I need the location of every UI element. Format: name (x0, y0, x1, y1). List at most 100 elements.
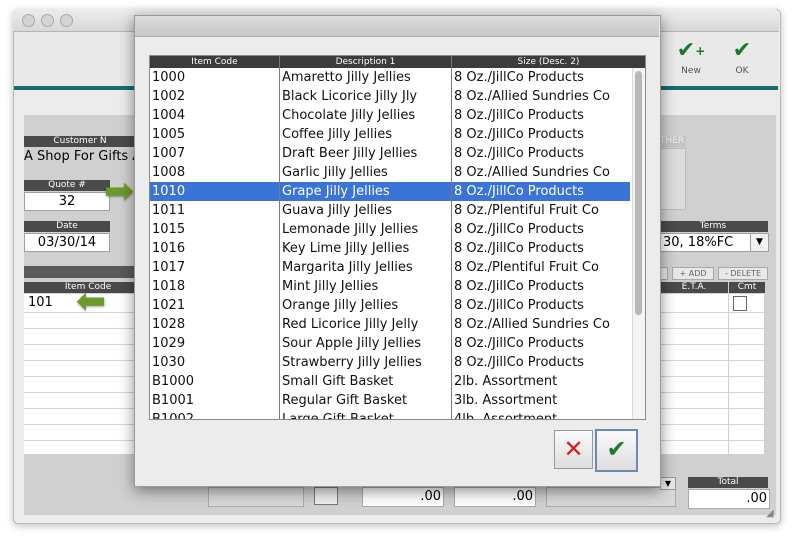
item-size-cell: 3lb. Assortment (454, 393, 558, 408)
item-code-cell: 1018 (152, 279, 186, 294)
date-label: Date (24, 221, 110, 232)
grid-hidden-button[interactable] (660, 267, 668, 280)
item-code-cell: 1021 (152, 298, 186, 313)
terms-label: Terms (658, 221, 768, 232)
list-scrollbar[interactable] (632, 68, 645, 419)
quote-number-field[interactable]: 32 (24, 192, 110, 211)
item-row[interactable]: B1002 Large Gift Basket 4lb. Assortment (150, 410, 630, 420)
item-size-cell: 8 Oz./JillCo Products (454, 279, 584, 294)
ok-button[interactable]: ✔ OK (717, 36, 767, 84)
item-desc-cell: Grape Jilly Jellies (282, 184, 390, 199)
item-code-cell: 1004 (152, 108, 186, 123)
description-header[interactable]: Description 1 (280, 56, 452, 68)
total-field[interactable]: .00 (688, 489, 770, 509)
item-size-cell: 8 Oz./JillCo Products (454, 355, 584, 370)
tax-field[interactable]: .00 (454, 487, 536, 507)
other-label: THER (658, 136, 686, 147)
item-row[interactable]: 1002 Black Licorice Jilly Jly 8 Oz./Allied… (150, 87, 630, 106)
column-divider (451, 68, 452, 419)
item-desc-cell: Key Lime Jilly Jellies (282, 241, 410, 256)
cancel-button[interactable]: ✕ (554, 430, 593, 469)
terms-field[interactable]: 30, 18%FC (658, 233, 756, 252)
resize-grip-icon[interactable]: ◢ (766, 508, 778, 520)
terms-dropdown-icon[interactable]: ▼ (750, 233, 769, 252)
add-line-button[interactable]: + ADD (672, 267, 714, 280)
item-row[interactable]: 1010 Grape Jilly Jellies 8 Oz./JillCo Prod… (150, 182, 630, 201)
customer-field[interactable]: A Shop For Gifts A (24, 148, 134, 165)
eta-column-header: E.T.A. (660, 282, 728, 293)
other-box (660, 148, 686, 210)
item-desc-cell: Margarita Jilly Jellies (282, 260, 413, 275)
item-size-cell: 8 Oz./JillCo Products (454, 184, 584, 199)
date-field[interactable]: 03/30/14 (24, 233, 110, 252)
right-arrow-icon: ➡ (104, 171, 135, 212)
item-desc-cell: Garlic Jilly Jellies (282, 165, 388, 180)
item-row[interactable]: 1011 Guava Jilly Jellies 8 Oz./Plentiful F… (150, 201, 630, 220)
item-desc-cell: Lemonade Jilly Jellies (282, 222, 419, 237)
shipping-field[interactable] (546, 487, 676, 507)
item-list[interactable]: Item Code Description 1 Size (Desc. 2) 1… (149, 55, 646, 420)
item-row[interactable]: 1005 Coffee Jilly Jellies 8 Oz./JillCo Pro… (150, 125, 630, 144)
shipping-dropdown-icon[interactable]: ▼ (660, 477, 676, 490)
bottom-field-1 (208, 487, 304, 507)
item-size-cell: 8 Oz./Plentiful Fruit Co (454, 260, 599, 275)
item-row[interactable]: 1008 Garlic Jilly Jellies 8 Oz./Allied Sun… (150, 163, 630, 182)
item-size-cell: 8 Oz./Allied Sundries Co (454, 165, 610, 180)
item-row[interactable]: B1001 Regular Gift Basket 3lb. Assortment (150, 391, 630, 410)
item-row[interactable]: 1029 Sour Apple Jilly Jellies 8 Oz./JillCo… (150, 334, 630, 353)
item-desc-cell: Guava Jilly Jellies (282, 203, 393, 218)
item-code-cell[interactable]: 101 (28, 295, 53, 310)
item-code-cell: 1015 (152, 222, 186, 237)
item-desc-cell: Chocolate Jilly Jellies (282, 108, 416, 123)
item-row[interactable]: 1015 Lemonade Jilly Jellies 8 Oz./JillCo P… (150, 220, 630, 239)
item-code-cell: B1002 (152, 412, 195, 420)
close-window-button[interactable] (22, 14, 35, 27)
item-size-cell: 8 Oz./JillCo Products (454, 222, 584, 237)
item-row[interactable]: 1004 Chocolate Jilly Jellies 8 Oz./JillCo … (150, 106, 630, 125)
item-code-cell: 1000 (152, 70, 186, 85)
item-row[interactable]: B1000 Small Gift Basket 2lb. Assortment (150, 372, 630, 391)
item-row[interactable]: 1016 Key Lime Jilly Jellies 8 Oz./JillCo P… (150, 239, 630, 258)
calculator-icon[interactable] (314, 487, 338, 505)
item-row[interactable]: 1021 Orange Jilly Jellies 8 Oz./JillCo Pro… (150, 296, 630, 315)
confirm-button[interactable]: ✔ (595, 429, 638, 472)
item-row[interactable]: 1028 Red Licorice Jilly Jelly 8 Oz./Allied… (150, 315, 630, 334)
item-code-cell: 1028 (152, 317, 186, 332)
grid-header-bar (24, 266, 136, 278)
comment-icon[interactable] (733, 296, 747, 311)
item-code-header[interactable]: Item Code (150, 56, 280, 68)
item-desc-cell: Amaretto Jilly Jellies (282, 70, 411, 85)
item-size-cell: 4lb. Assortment (454, 412, 558, 420)
subtotal-field[interactable]: .00 (362, 487, 444, 507)
delete-line-button[interactable]: - DELETE (718, 267, 768, 280)
item-row[interactable]: 1007 Draft Beer Jilly Jellies 8 Oz./JillCo… (150, 144, 630, 163)
item-code-cell: 1017 (152, 260, 186, 275)
size-header[interactable]: Size (Desc. 2) (452, 56, 645, 68)
new-button[interactable]: ✔+ New (666, 36, 716, 84)
item-size-cell: 8 Oz./JillCo Products (454, 146, 584, 161)
column-divider (279, 68, 280, 419)
ok-icon: ✔ (732, 38, 752, 63)
item-code-cell: 1005 (152, 127, 186, 142)
item-row[interactable]: 1018 Mint Jilly Jellies 8 Oz./JillCo Produ… (150, 277, 630, 296)
item-desc-cell: Draft Beer Jilly Jellies (282, 146, 418, 161)
scrollbar-thumb[interactable] (635, 71, 642, 315)
item-size-cell: 8 Oz./JillCo Products (454, 298, 584, 313)
item-size-cell: 8 Oz./JillCo Products (454, 108, 584, 123)
item-size-cell: 2lb. Assortment (454, 374, 558, 389)
item-size-cell: 8 Oz./JillCo Products (454, 127, 584, 142)
item-desc-cell: Sour Apple Jilly Jellies (282, 336, 421, 351)
item-desc-cell: Large Gift Basket (282, 412, 394, 420)
item-code-cell: 1011 (152, 203, 186, 218)
item-size-cell: 8 Oz./Plentiful Fruit Co (454, 203, 599, 218)
item-code-cell: 1008 (152, 165, 186, 180)
item-row[interactable]: 1000 Amaretto Jilly Jellies 8 Oz./JillCo P… (150, 68, 630, 87)
minimize-window-button[interactable] (41, 14, 54, 27)
item-row[interactable]: 1017 Margarita Jilly Jellies 8 Oz./Plentif… (150, 258, 630, 277)
item-code-cell: 1016 (152, 241, 186, 256)
item-desc-cell: Regular Gift Basket (282, 393, 408, 408)
zoom-window-button[interactable] (60, 14, 73, 27)
item-row[interactable]: 1030 Strawberry Jilly Jellies 8 Oz./JillCo… (150, 353, 630, 372)
item-desc-cell: Orange Jilly Jellies (282, 298, 399, 313)
left-arrow-icon: ⬅ (76, 281, 107, 322)
